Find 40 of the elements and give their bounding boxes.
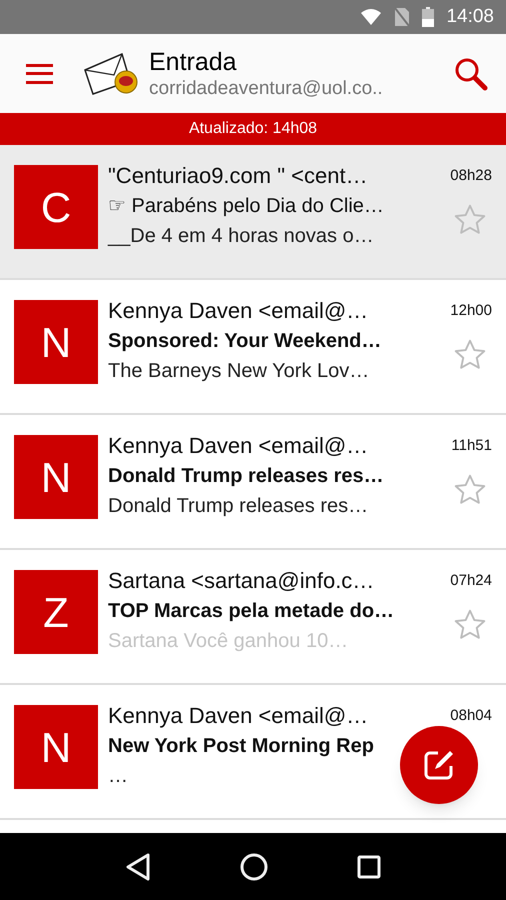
sender-name: Kennya Daven <email@… — [108, 432, 370, 460]
message-subject: ☞ Parabéns pelo Dia do Clie… — [108, 194, 385, 219]
back-icon[interactable] — [124, 852, 151, 880]
clock-text: 14:08 — [446, 4, 494, 29]
sender-name: Kennya Daven <email@… — [108, 297, 370, 325]
account-email: corridadeaventura@uol.co.. — [149, 76, 383, 100]
no-sim-icon — [394, 7, 410, 27]
wifi-icon — [360, 8, 382, 26]
message-time: 07h24 — [450, 571, 492, 591]
message-preview: Sartana Você ganhou 10… — [108, 629, 350, 654]
message-time: 12h00 — [450, 301, 492, 321]
message-subject: Donald Trump releases res… — [108, 464, 385, 489]
message-time: 08h04 — [450, 706, 492, 726]
message-preview: … — [108, 764, 129, 789]
home-icon[interactable] — [240, 852, 268, 880]
message-preview: The Barneys New York Lov… — [108, 359, 370, 384]
message-preview: Donald Trump releases res… — [108, 494, 370, 519]
update-banner: Atualizado: 14h08 — [0, 113, 506, 145]
sender-name: Sartana <sartana@info.c… — [108, 567, 376, 595]
envelope-logo-icon — [84, 52, 140, 94]
message-row[interactable]: C "Centuriao9.com " <cent… ☞ Parabéns pelo Dia do Clie… __De 4 em 4 horas novas o… 08h28 — [0, 145, 506, 280]
message-subject: New York Post Morning Rep — [108, 734, 375, 759]
inbox-title: Entrada — [149, 46, 238, 76]
search-icon[interactable] — [454, 56, 488, 90]
avatar: N — [14, 705, 98, 789]
message-subject: Sponsored: Your Weekend… — [108, 329, 382, 354]
sender-name: Kennya Daven <email@… — [108, 702, 370, 730]
avatar: N — [14, 300, 98, 384]
message-time: 08h28 — [450, 166, 492, 186]
message-preview: __De 4 em 4 horas novas o… — [108, 224, 375, 249]
recents-icon[interactable] — [357, 854, 382, 878]
edit-icon — [422, 748, 456, 782]
battery-icon — [422, 7, 434, 27]
message-subject: TOP Marcas pela metade do… — [108, 599, 396, 624]
menu-icon[interactable] — [26, 64, 53, 84]
sender-name: "Centuriao9.com " <cent… — [108, 162, 369, 190]
message-time: 11h51 — [451, 436, 492, 456]
avatar: N — [14, 435, 98, 519]
avatar: C — [14, 165, 98, 249]
avatar: Z — [14, 570, 98, 654]
